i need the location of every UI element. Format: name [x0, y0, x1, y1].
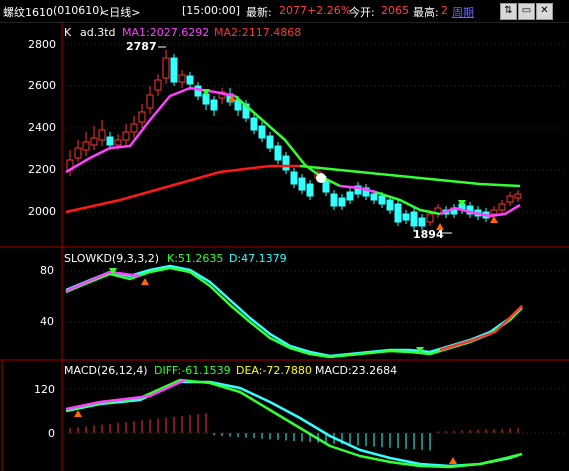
- arrange-button[interactable]: ⇅: [500, 3, 517, 20]
- kd-y-tick-80: 80: [40, 264, 54, 277]
- high-value: 2: [441, 4, 448, 17]
- open-value: 2065: [381, 4, 409, 17]
- candle-body: [330, 193, 338, 207]
- latest-value: 2077: [279, 4, 307, 17]
- candle-body: [266, 135, 274, 149]
- candle-body: [298, 177, 306, 191]
- candle-body: [490, 209, 498, 215]
- kd-title: SLOWKD(9,3,3,2): [64, 252, 160, 265]
- candle-body: [346, 191, 354, 201]
- macd-histogram: [69, 413, 519, 451]
- kd-d-line: [65, 264, 523, 358]
- candle-body: [282, 155, 290, 171]
- macd-diff: DIFF:-61.1539: [154, 364, 231, 377]
- kd-k-line-up-2: [439, 305, 523, 352]
- axis-frame: [0, 22, 569, 471]
- candle-body: [418, 217, 426, 227]
- candle-body: [90, 137, 98, 146]
- candle-body: [194, 85, 202, 97]
- kd-k-value: K:51.2635: [167, 252, 224, 265]
- candle-body: [138, 111, 146, 123]
- symbol-code: (010610): [53, 4, 104, 17]
- candle-body: [306, 183, 314, 197]
- candle-body: [506, 195, 514, 203]
- title-bar: 螺纹1610 (010610) <日线> [15:00:00] 最新: 2077…: [0, 0, 569, 23]
- candle-body: [122, 131, 130, 141]
- candle-body: [154, 79, 162, 91]
- buy-arrow-icon: [449, 457, 457, 464]
- candle-body: [394, 203, 402, 223]
- ma1-value: MA1:2027.6292: [122, 26, 210, 39]
- low-price-marker: 1894: [413, 228, 444, 241]
- candle-body: [290, 171, 298, 185]
- y-tick-2400: 2400: [28, 121, 56, 134]
- candle-body: [378, 195, 386, 205]
- y-tick-2200: 2200: [28, 163, 56, 176]
- macd-dea: DEA:-72.7880: [236, 364, 312, 377]
- candle-body: [514, 193, 522, 199]
- candle-body: [130, 123, 138, 133]
- latest-label: 最新:: [246, 6, 272, 19]
- chart-area[interactable]: [0, 22, 569, 471]
- y-tick-2600: 2600: [28, 79, 56, 92]
- candle-body: [250, 117, 258, 131]
- candle-body: [338, 197, 346, 207]
- macd-y-tick-120: 120: [34, 383, 55, 396]
- macd-y-tick-0: 0: [48, 427, 55, 440]
- buy-arrow-icon: [74, 410, 82, 417]
- change-percent: +2.26%: [307, 4, 352, 17]
- ma2-value: MA2:2117.4868: [214, 26, 302, 39]
- open-label: 今开:: [349, 6, 375, 19]
- macd-title: MACD(26,12,4): [64, 364, 148, 377]
- high-price-marker: 2787: [126, 40, 157, 53]
- candle-body: [258, 125, 266, 139]
- main-title-k: K: [64, 26, 72, 39]
- maximize-button[interactable]: ▭: [518, 3, 535, 20]
- candle-body: [146, 94, 154, 109]
- candle-body: [386, 199, 394, 211]
- period-link[interactable]: 周期: [452, 4, 474, 20]
- ma2-line-red: [65, 164, 300, 214]
- symbol-name: 螺纹1610: [3, 6, 53, 19]
- candle-body: [114, 139, 122, 146]
- candle-body: [74, 147, 82, 159]
- candle-body: [98, 129, 106, 141]
- candle-body: [162, 57, 170, 79]
- indicator-lines: [65, 86, 523, 469]
- candle-body: [410, 211, 418, 227]
- candle-body: [106, 136, 114, 146]
- time-label: [15:00:00]: [182, 4, 240, 17]
- close-button[interactable]: ✕: [536, 3, 553, 20]
- smiley-icon: [316, 173, 326, 183]
- candle-body: [370, 193, 378, 201]
- main-title-name: ad.3td: [80, 26, 116, 39]
- candle-body: [274, 145, 282, 161]
- macd-diff-line-up: [65, 378, 186, 411]
- candle-body: [178, 74, 186, 83]
- y-tick-2000: 2000: [28, 205, 56, 218]
- period-label: <日线>: [100, 6, 141, 19]
- candle-body: [186, 75, 194, 85]
- candle-body: [210, 99, 218, 111]
- candle-body: [498, 203, 506, 211]
- kd-d-value: D:47.1379: [229, 252, 287, 265]
- candle-body: [402, 213, 410, 221]
- macd-value: MACD:23.2684: [315, 364, 398, 377]
- y-tick-2800: 2800: [28, 38, 56, 51]
- high-label: 最高:: [413, 6, 439, 19]
- candle-body: [82, 141, 90, 151]
- buy-arrow-icon: [141, 278, 149, 285]
- ma1-line-down-1: [234, 95, 341, 188]
- kd-y-tick-40: 40: [40, 315, 54, 328]
- candle-body: [426, 213, 434, 223]
- candle-body: [170, 57, 178, 83]
